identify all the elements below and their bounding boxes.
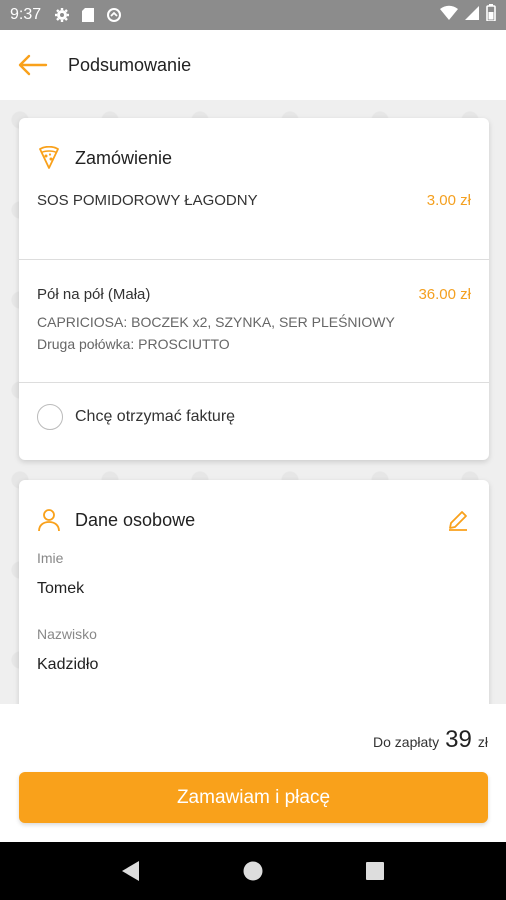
wifi-icon bbox=[440, 5, 458, 26]
order-item: SOS POMIDOROWY ŁAGODNY 3.00 zł bbox=[19, 192, 489, 209]
order-item-description-line: CAPRICIOSA: BOCZEK x2, SZYNKA, SER PLEŚN… bbox=[37, 314, 395, 330]
invoice-radio[interactable] bbox=[37, 404, 63, 430]
sd-card-icon bbox=[79, 6, 97, 24]
last-name-value: Kadzidło bbox=[37, 656, 99, 673]
person-icon bbox=[37, 508, 61, 532]
order-card-header: Zamówienie bbox=[19, 118, 489, 176]
order-item-description: CAPRICIOSA: BOCZEK x2, SZYNKA, SER PLEŚN… bbox=[37, 311, 471, 355]
last-name-label: Nazwisko bbox=[37, 626, 97, 642]
first-name-label: Imie bbox=[37, 550, 64, 566]
arrow-left-icon[interactable] bbox=[16, 48, 50, 82]
nav-back-icon[interactable] bbox=[116, 856, 146, 886]
invoice-label: Chcę otrzymać fakturę bbox=[75, 408, 236, 425]
battery-icon bbox=[486, 4, 496, 26]
total-label: Do zapłaty bbox=[373, 734, 440, 750]
order-card: Zamówienie SOS POMIDOROWY ŁAGODNY 3.00 z… bbox=[19, 118, 489, 460]
total-currency: zł bbox=[477, 734, 488, 750]
order-item-price: 36.00 zł bbox=[418, 286, 471, 303]
invoice-checkbox[interactable]: Chcę otrzymać fakturę bbox=[37, 404, 235, 430]
last-name-field: Nazwisko Kadzidło bbox=[37, 626, 98, 674]
first-name-value: Tomek bbox=[37, 580, 85, 597]
personal-data-card: Dane osobowe Imie Tomek Nazwisko Kadzidł… bbox=[19, 480, 489, 704]
personal-card-title: Dane osobowe bbox=[75, 509, 196, 530]
order-item: Pół na pół (Mała) 36.00 zł CAPRICIOSA: B… bbox=[19, 286, 489, 355]
order-and-pay-button[interactable]: Zamawiam i płacę bbox=[19, 772, 488, 823]
nav-recents-icon[interactable] bbox=[360, 856, 390, 886]
content-area: Zamówienie SOS POMIDOROWY ŁAGODNY 3.00 z… bbox=[0, 100, 506, 704]
divider bbox=[19, 259, 489, 260]
status-time: 9:37 bbox=[10, 6, 42, 23]
app-bar: Podsumowanie bbox=[0, 30, 506, 100]
order-card-title: Zamówienie bbox=[75, 147, 173, 168]
gear-icon bbox=[53, 6, 71, 24]
first-name-field: Imie Tomek bbox=[37, 550, 84, 598]
nav-home-icon[interactable] bbox=[238, 856, 268, 886]
status-bar: 9:37 bbox=[0, 0, 506, 30]
order-item-name: Pół na pół (Mała) bbox=[37, 286, 151, 303]
pencil-icon[interactable] bbox=[445, 507, 471, 533]
signal-icon bbox=[464, 5, 480, 26]
pizza-slice-icon bbox=[37, 146, 61, 170]
total-value: 39 bbox=[445, 726, 472, 753]
status-right-icons bbox=[440, 4, 496, 26]
divider bbox=[19, 382, 489, 383]
order-item-name: SOS POMIDOROWY ŁAGODNY bbox=[37, 192, 258, 209]
checkout-panel: Do zapłaty 39 zł Zamawiam i płacę bbox=[0, 704, 506, 842]
page-title: Podsumowanie bbox=[68, 54, 192, 75]
order-item-description-line: Druga połówka: PROSCIUTTO bbox=[37, 336, 230, 352]
order-item-price: 3.00 zł bbox=[426, 192, 471, 209]
personal-card-header: Dane osobowe bbox=[19, 480, 489, 538]
total-amount: Do zapłaty 39 zł bbox=[373, 726, 488, 754]
system-nav-bar bbox=[0, 842, 506, 900]
data-saver-icon bbox=[105, 6, 123, 24]
